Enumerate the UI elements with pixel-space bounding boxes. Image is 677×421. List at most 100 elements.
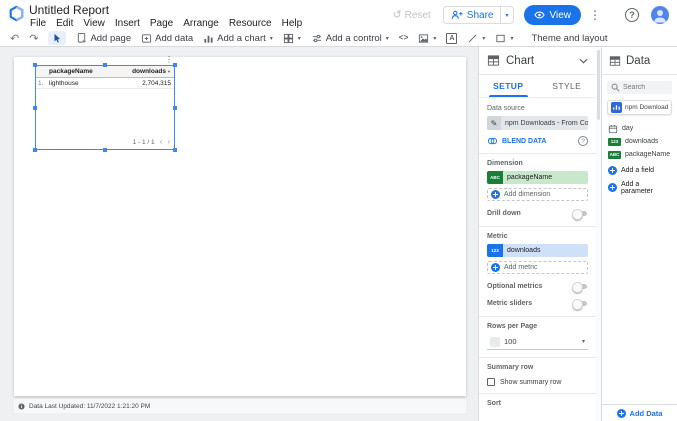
menu-item-insert[interactable]: Insert	[110, 18, 145, 29]
add-a-parameter-button[interactable]: Add a parameter	[602, 180, 677, 195]
menu-item-page[interactable]: Page	[145, 18, 178, 29]
add-page-button[interactable]: Add page	[71, 31, 136, 46]
add-a-field-button[interactable]: Add a field	[602, 163, 677, 178]
embed-url-button[interactable]: <>	[394, 31, 414, 46]
summary-row-label: Summary row	[487, 364, 588, 371]
selection-handle[interactable]	[173, 148, 177, 152]
menu-item-edit[interactable]: Edit	[51, 18, 78, 29]
pagination-next-icon[interactable]: ›	[167, 138, 170, 146]
menu-item-arrange[interactable]: Arrange	[178, 18, 224, 29]
add-control-caret-icon: ▾	[386, 35, 389, 42]
metric-sliders-toggle[interactable]	[572, 299, 588, 308]
add-data-label: Add Data	[630, 409, 663, 418]
sort-label: Sort	[487, 400, 588, 407]
more-options-kebab-icon[interactable]: ⋮	[589, 8, 599, 22]
blend-data-button[interactable]: BLEND DATA	[487, 137, 546, 145]
show-summary-row-checkbox[interactable]	[487, 378, 495, 386]
add-metric-label: Add metric	[504, 264, 537, 271]
dimension-label: Dimension	[487, 160, 588, 167]
table-chart-type-icon[interactable]	[487, 54, 500, 67]
report-page[interactable]: ⋮ packageName downloads ▼	[14, 57, 466, 396]
edit-pencil-icon[interactable]: ✎	[487, 116, 501, 130]
plus-icon	[608, 166, 617, 175]
select-tool-button[interactable]	[48, 31, 66, 45]
redo-button[interactable]: ↷	[24, 31, 43, 46]
add-metric-button[interactable]: Add metric	[487, 261, 588, 274]
menu-item-file[interactable]: File	[25, 18, 51, 29]
menu-item-help[interactable]: Help	[277, 18, 308, 29]
selection-handle[interactable]	[33, 148, 37, 152]
reset-button[interactable]: ↺ Reset	[392, 10, 430, 21]
data-source-chip[interactable]: ✎ npm Downloads - From Co...	[487, 116, 588, 130]
view-button[interactable]: View	[524, 5, 582, 25]
share-dropdown-caret-icon[interactable]: ▾	[500, 7, 512, 23]
data-panel-header: Data	[602, 47, 677, 75]
selection-handle[interactable]	[173, 106, 177, 110]
search-box[interactable]	[607, 81, 672, 94]
field-name: day	[622, 125, 633, 132]
add-dimension-label: Add dimension	[504, 191, 550, 198]
table-column-header-dimension[interactable]: packageName	[49, 68, 128, 75]
collapse-chevron-down-icon[interactable]	[579, 58, 588, 64]
add-data-button[interactable]: Add data	[136, 31, 198, 46]
field-item-downloads[interactable]: 123 downloads	[602, 135, 677, 148]
pagination-prev-icon[interactable]: ‹	[160, 138, 163, 146]
grid-squares-icon	[283, 33, 294, 44]
help-icon[interactable]: ?	[578, 136, 588, 146]
search-input[interactable]	[623, 84, 668, 91]
chart-properties-panel: Chart SETUP STYLE Data source ✎ npm Down…	[478, 47, 596, 421]
divider	[479, 357, 596, 358]
data-panel-title: Data	[626, 55, 650, 67]
chart-options-kebab-icon[interactable]: ⋮	[165, 55, 173, 64]
drill-down-label: Drill down	[487, 210, 521, 217]
add-chart-button[interactable]: Add a chart ▾	[198, 31, 278, 46]
reset-label: Reset	[405, 10, 431, 21]
drill-down-toggle[interactable]	[572, 209, 588, 218]
rows-per-page-select[interactable]: 100 ▾	[487, 334, 588, 350]
person-add-icon	[451, 10, 463, 20]
tab-setup[interactable]: SETUP	[479, 75, 538, 97]
table-chart[interactable]: ⋮ packageName downloads ▼	[35, 65, 175, 150]
undo-button[interactable]: ↶	[5, 31, 24, 46]
rows-per-page-label: Rows per Page	[487, 323, 588, 330]
avatar[interactable]	[651, 6, 669, 24]
line-button[interactable]: ▾	[462, 31, 490, 46]
share-button[interactable]: Share ▾	[443, 6, 514, 24]
report-title[interactable]: Untitled Report	[29, 3, 109, 17]
image-icon	[418, 33, 429, 44]
sort-desc-icon: ▼	[167, 69, 171, 74]
report-canvas[interactable]: ⋮ packageName downloads ▼	[0, 47, 478, 421]
selection-handle[interactable]	[173, 63, 177, 67]
tab-style[interactable]: STYLE	[538, 75, 597, 97]
selection-handle[interactable]	[103, 148, 107, 152]
community-visualizations-button[interactable]: ▾	[278, 31, 306, 46]
bar-chart-icon	[203, 33, 214, 44]
selection-handle[interactable]	[103, 63, 107, 67]
optional-metrics-toggle[interactable]	[572, 282, 588, 291]
text-button[interactable]: A	[441, 31, 462, 46]
add-control-button[interactable]: Add a control ▾	[306, 31, 394, 46]
add-dimension-button[interactable]: Add dimension	[487, 188, 588, 201]
metric-label: Metric	[487, 233, 588, 240]
shape-button[interactable]: ▾	[490, 31, 518, 46]
scrollbar-thumb[interactable]	[597, 50, 600, 120]
metric-chip[interactable]: 123 downloads	[487, 244, 588, 257]
theme-and-layout-button[interactable]: Theme and layout	[526, 31, 612, 46]
menu-item-resource[interactable]: Resource	[224, 18, 277, 29]
field-item-day[interactable]: day	[602, 122, 677, 135]
image-button[interactable]: ▾	[413, 31, 441, 46]
selection-handle[interactable]	[33, 106, 37, 110]
menu-item-view[interactable]: View	[78, 18, 110, 29]
selection-handle[interactable]	[33, 63, 37, 67]
share-label: Share	[467, 10, 494, 21]
metric-cell: 2,704,315	[128, 80, 174, 87]
field-item-packagename[interactable]: ABC packageName	[602, 148, 677, 161]
dimension-chip[interactable]: ABC packageName	[487, 171, 588, 184]
help-icon[interactable]: ?	[625, 8, 639, 22]
field-type-badge-number: 123	[487, 244, 503, 257]
data-source-item[interactable]: npm Downloads - F...	[607, 100, 672, 115]
image-caret-icon: ▾	[433, 35, 436, 42]
table-column-header-metric[interactable]: downloads ▼	[128, 68, 174, 75]
looker-studio-logo-icon[interactable]	[8, 5, 25, 22]
add-data-button[interactable]: Add Data	[602, 404, 677, 421]
